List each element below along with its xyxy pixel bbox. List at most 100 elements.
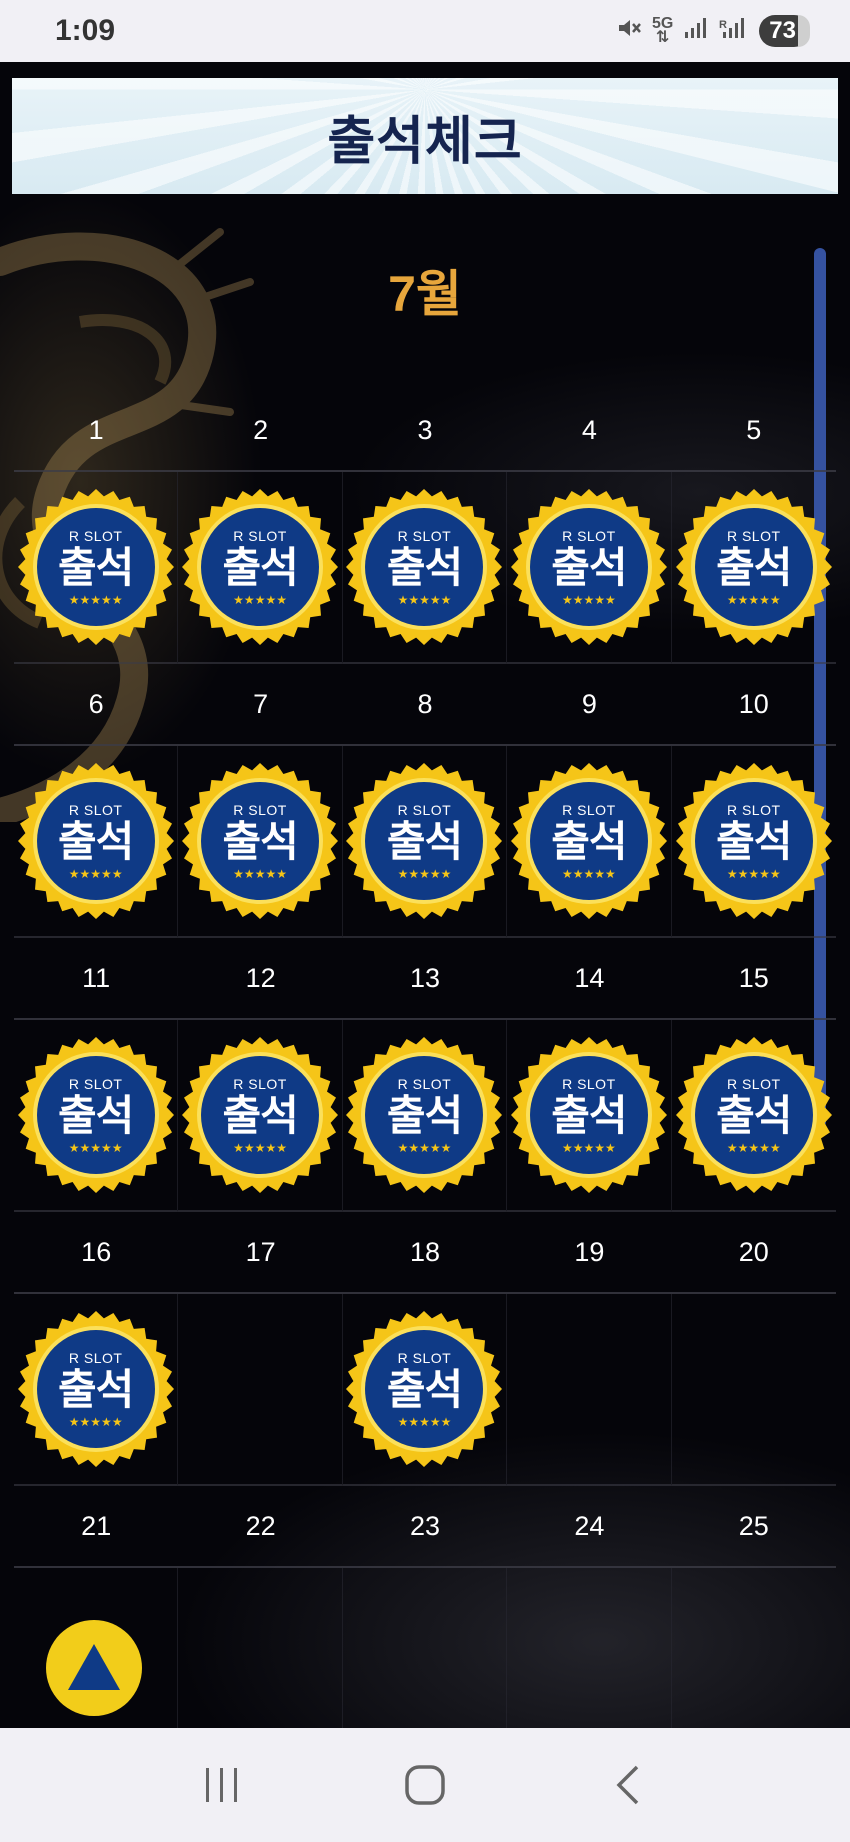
day-number: 13 bbox=[342, 938, 508, 1020]
network-5g-icon: 5G ⇅ bbox=[651, 15, 674, 46]
stamp-stars: ★★★★★ bbox=[68, 866, 123, 881]
attendance-cell[interactable]: R SLOT 출석 ★★★★★ bbox=[342, 1020, 508, 1212]
attendance-stamp: R SLOT 출석 ★★★★★ bbox=[179, 760, 341, 922]
status-icons: 5G ⇅ R 73 bbox=[616, 15, 810, 47]
stamp-stars: ★★★★★ bbox=[397, 866, 452, 881]
attendance-cell[interactable] bbox=[507, 1568, 672, 1728]
day-number: 21 bbox=[14, 1486, 179, 1568]
scroll-top-button[interactable] bbox=[46, 1620, 142, 1716]
back-button[interactable] bbox=[588, 1755, 668, 1815]
day-number-row: 21 22 23 24 25 bbox=[14, 1486, 836, 1568]
attendance-cell[interactable] bbox=[178, 1568, 343, 1728]
attendance-cell[interactable]: R SLOT 출석 ★★★★★ bbox=[507, 472, 672, 664]
attendance-cell[interactable]: R SLOT 출석 ★★★★★ bbox=[342, 746, 508, 938]
day-number: 20 bbox=[671, 1212, 836, 1294]
attendance-cell[interactable]: R SLOT 출석 ★★★★★ bbox=[14, 1294, 179, 1486]
stamp-brand: R SLOT bbox=[726, 801, 781, 818]
stamp-word: 출석 bbox=[716, 543, 792, 591]
day-number-row: 6 7 8 9 10 bbox=[14, 664, 836, 746]
attendance-row: R SLOT 출석 ★★★★★ R SLOT 출석 ★★★★★ R SLOT 출석 ★★★★★ R… bbox=[14, 1020, 836, 1212]
stamp-brand: R SLOT bbox=[397, 1075, 452, 1092]
page-title: 출석체크 bbox=[327, 112, 523, 171]
stamp-word: 출석 bbox=[222, 543, 298, 591]
stamp-stars: ★★★★★ bbox=[68, 1414, 123, 1429]
stamp-brand: R SLOT bbox=[68, 1075, 123, 1092]
attendance-cell[interactable] bbox=[178, 1294, 343, 1486]
stamp-stars: ★★★★★ bbox=[726, 866, 781, 881]
attendance-stamp: R SLOT 출석 ★★★★★ bbox=[508, 1034, 670, 1196]
attendance-cell[interactable]: R SLOT 출석 ★★★★★ bbox=[342, 472, 508, 664]
month-label: 7월 bbox=[388, 266, 462, 322]
attendance-cell[interactable] bbox=[671, 1294, 836, 1486]
attendance-stamp: R SLOT 출석 ★★★★★ bbox=[179, 1034, 341, 1196]
stamp-word: 출석 bbox=[551, 1091, 627, 1139]
day-number: 24 bbox=[507, 1486, 672, 1568]
home-icon bbox=[405, 1765, 445, 1805]
stamp-word: 출석 bbox=[716, 1091, 792, 1139]
stamp-brand: R SLOT bbox=[68, 1349, 123, 1366]
stamp-word: 출석 bbox=[716, 817, 792, 865]
attendance-cell[interactable]: R SLOT 출석 ★★★★★ bbox=[342, 1294, 508, 1486]
stamp-word: 출석 bbox=[386, 817, 463, 865]
attendance-cell[interactable] bbox=[507, 1294, 672, 1486]
status-bar: 1:09 5G ⇅ R 73 bbox=[0, 0, 850, 62]
day-number: 15 bbox=[671, 938, 836, 1020]
attendance-cell[interactable]: R SLOT 출석 ★★★★★ bbox=[671, 472, 836, 664]
stamp-word: 출석 bbox=[386, 1091, 463, 1139]
calendar-week: 6 7 8 9 10 R SLOT 출석 ★★★★★ R SLOT 출석 ★★★★★ R SLOT 출석… bbox=[14, 664, 836, 938]
stamp-stars: ★★★★★ bbox=[397, 1414, 452, 1429]
attendance-stamp: R SLOT 출석 ★★★★★ bbox=[343, 760, 505, 922]
stamp-word: 출석 bbox=[58, 817, 134, 865]
app-content: 출석체크 7월 12345R SLOT 출석 ★★★★★ R SLOT 출석 ★★★★★ R… bbox=[0, 62, 850, 1728]
attendance-cell[interactable]: R SLOT 출석 ★★★★★ bbox=[178, 472, 343, 664]
recent-apps-button[interactable] bbox=[182, 1755, 262, 1815]
mute-icon bbox=[616, 16, 642, 47]
attendance-stamp: R SLOT 출석 ★★★★★ bbox=[15, 760, 177, 922]
day-number: 18 bbox=[342, 1212, 508, 1294]
stamp-stars: ★★★★★ bbox=[561, 592, 616, 607]
attendance-stamp: R SLOT 출석 ★★★★★ bbox=[673, 486, 835, 648]
roaming-signal-icon: R bbox=[719, 16, 749, 47]
attendance-cell[interactable] bbox=[672, 1568, 836, 1728]
attendance-cell[interactable]: R SLOT 출석 ★★★★★ bbox=[14, 1020, 179, 1212]
recent-apps-icon bbox=[205, 1768, 237, 1802]
attendance-cell[interactable]: R SLOT 출석 ★★★★★ bbox=[671, 1020, 836, 1212]
day-number: 5 bbox=[671, 390, 836, 472]
day-number: 2 bbox=[178, 390, 343, 472]
stamp-stars: ★★★★★ bbox=[561, 866, 616, 881]
day-number: 25 bbox=[671, 1486, 836, 1568]
day-number-row: 12345 bbox=[14, 390, 836, 472]
stamp-stars: ★★★★★ bbox=[233, 1140, 287, 1155]
stamp-stars: ★★★★★ bbox=[233, 866, 287, 881]
attendance-row: R SLOT 출석 ★★★★★ R SLOT 출석 ★★★★★ R SLOT 출석 ★★★★★ R… bbox=[14, 472, 836, 664]
day-number: 10 bbox=[671, 664, 836, 746]
attendance-stamp: R SLOT 출석 ★★★★★ bbox=[508, 760, 670, 922]
attendance-stamp: R SLOT 출석 ★★★★★ bbox=[343, 1308, 505, 1470]
home-button[interactable] bbox=[385, 1755, 465, 1815]
attendance-cell[interactable]: R SLOT 출석 ★★★★★ bbox=[178, 1020, 343, 1212]
day-number: 8 bbox=[342, 664, 508, 746]
attendance-stamp: R SLOT 출석 ★★★★★ bbox=[15, 1308, 177, 1470]
stamp-stars: ★★★★★ bbox=[397, 1140, 452, 1155]
day-number-row: 11 12 13 14 15 bbox=[14, 938, 836, 1020]
stamp-word: 출석 bbox=[222, 817, 298, 865]
stamp-word: 출석 bbox=[386, 543, 463, 591]
attendance-cell[interactable]: R SLOT 출석 ★★★★★ bbox=[507, 1020, 672, 1212]
attendance-cell[interactable]: R SLOT 출석 ★★★★★ bbox=[178, 746, 343, 938]
attendance-cell[interactable] bbox=[343, 1568, 508, 1728]
attendance-stamp: R SLOT 출석 ★★★★★ bbox=[673, 760, 835, 922]
day-number: 3 bbox=[342, 390, 508, 472]
day-number: 16 bbox=[14, 1212, 179, 1294]
stamp-stars: ★★★★★ bbox=[233, 592, 287, 607]
stamp-stars: ★★★★★ bbox=[68, 592, 123, 607]
stamp-word: 출석 bbox=[551, 817, 627, 865]
attendance-cell[interactable]: R SLOT 출석 ★★★★★ bbox=[14, 746, 179, 938]
attendance-cell[interactable]: R SLOT 출석 ★★★★★ bbox=[671, 746, 836, 938]
stamp-brand: R SLOT bbox=[233, 1075, 287, 1092]
day-number: 4 bbox=[507, 390, 672, 472]
attendance-stamp: R SLOT 출석 ★★★★★ bbox=[343, 1034, 505, 1196]
attendance-cell[interactable]: R SLOT 출석 ★★★★★ bbox=[507, 746, 672, 938]
attendance-calendar: 12345R SLOT 출석 ★★★★★ R SLOT 출석 ★★★★★ R SLOT 출석 ★… bbox=[14, 390, 836, 1728]
attendance-cell[interactable]: R SLOT 출석 ★★★★★ bbox=[14, 472, 179, 664]
attendance-stamp: R SLOT 출석 ★★★★★ bbox=[15, 486, 177, 648]
